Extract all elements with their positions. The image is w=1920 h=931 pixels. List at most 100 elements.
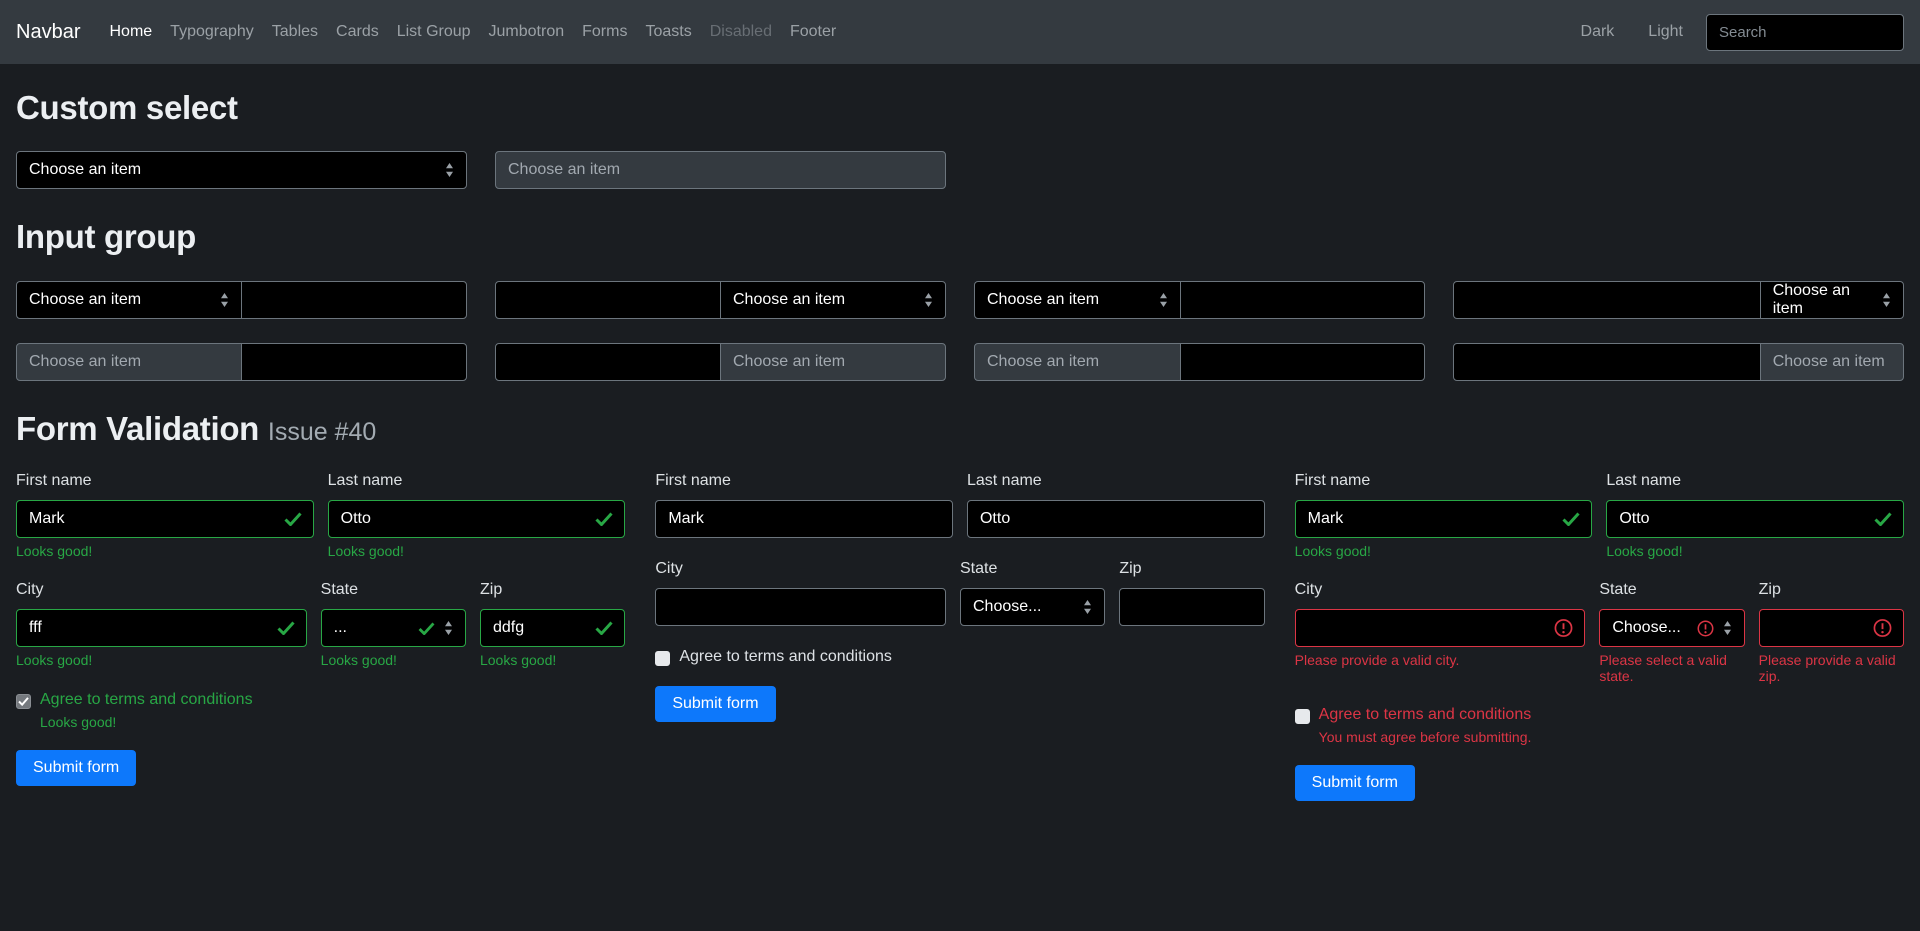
zip-input[interactable] xyxy=(1119,588,1264,626)
select-value: ... xyxy=(334,619,347,637)
nav-link-list-group[interactable]: List Group xyxy=(388,15,480,49)
custom-select-title: Custom select xyxy=(16,90,1904,126)
group-text-input[interactable] xyxy=(495,281,721,319)
first-name-label: First name xyxy=(655,472,953,490)
navbar: Navbar Home Typography Tables Cards List… xyxy=(0,0,1920,64)
validation-form-valid: First name Looks good! Last name Looks g… xyxy=(16,472,625,802)
group-text-input[interactable] xyxy=(1180,281,1425,319)
state-select[interactable]: ... xyxy=(321,609,466,647)
city-input[interactable] xyxy=(16,609,307,647)
zip-label: Zip xyxy=(1119,560,1264,578)
zip-label: Zip xyxy=(1759,581,1904,599)
valid-feedback: Looks good! xyxy=(321,653,466,668)
theme-dark-link[interactable]: Dark xyxy=(1564,15,1632,49)
agree-label[interactable]: Agree to terms and conditions xyxy=(1319,706,1532,724)
valid-feedback: Looks good! xyxy=(1295,544,1593,559)
nav-link-home[interactable]: Home xyxy=(100,15,161,49)
city-label: City xyxy=(1295,581,1586,599)
select-value: Choose an item xyxy=(733,353,845,371)
first-name-input[interactable] xyxy=(1295,500,1593,538)
agree-checkbox[interactable] xyxy=(1295,709,1310,724)
input-group-input-select-small: Choose an item xyxy=(1453,281,1904,319)
valid-check-icon xyxy=(418,622,435,635)
last-name-input[interactable] xyxy=(967,500,1265,538)
group-select[interactable]: Choose an item xyxy=(1760,281,1904,319)
input-group-select-input-small: Choose an item xyxy=(974,281,1425,319)
invalid-feedback: Please select a valid state. xyxy=(1599,653,1744,684)
submit-form-button[interactable]: Submit form xyxy=(655,686,775,722)
select-arrows-icon xyxy=(1882,293,1891,307)
zip-input[interactable] xyxy=(480,609,625,647)
valid-feedback: Looks good! xyxy=(16,544,314,559)
city-input[interactable] xyxy=(655,588,946,626)
group-select-disabled: Choose an item xyxy=(16,343,242,381)
agree-label[interactable]: Agree to terms and conditions xyxy=(40,691,253,709)
city-input[interactable] xyxy=(1295,609,1586,647)
nav-link-jumbotron[interactable]: Jumbotron xyxy=(480,15,574,49)
input-group-row-enabled: Choose an item Choose an item Choose an … xyxy=(16,281,1904,319)
submit-form-button[interactable]: Submit form xyxy=(16,750,136,786)
agree-checkbox[interactable] xyxy=(655,651,670,666)
select-value: Choose an item xyxy=(1773,282,1882,318)
navbar-nav: Home Typography Tables Cards List Group … xyxy=(100,15,845,49)
group-text-input-disabled xyxy=(495,343,721,381)
navbar-right: Dark Light xyxy=(1564,14,1904,51)
submit-form-button[interactable]: Submit form xyxy=(1295,765,1415,801)
theme-light-link[interactable]: Light xyxy=(1631,15,1700,49)
last-name-label: Last name xyxy=(328,472,626,490)
nav-link-tables[interactable]: Tables xyxy=(263,15,327,49)
invalid-feedback: You must agree before submitting. xyxy=(1319,730,1904,745)
select-value: Choose an item xyxy=(29,161,141,179)
select-value: Choose... xyxy=(1612,619,1680,637)
select-value: Choose an item xyxy=(733,291,845,309)
select-arrows-icon xyxy=(1159,293,1168,307)
select-arrows-icon xyxy=(445,163,454,177)
select-value: Choose an item xyxy=(987,353,1099,371)
valid-feedback: Looks good! xyxy=(328,544,626,559)
input-group-select-input-small-disabled: Choose an item xyxy=(974,343,1425,381)
nav-link-disabled: Disabled xyxy=(701,15,781,49)
agree-checkbox[interactable] xyxy=(16,694,31,709)
nav-link-footer[interactable]: Footer xyxy=(781,15,845,49)
nav-link-cards[interactable]: Cards xyxy=(327,15,388,49)
input-group-row-disabled: Choose an item Choose an item Choose an … xyxy=(16,343,1904,381)
invalid-exclamation-icon xyxy=(1697,620,1714,637)
group-text-input[interactable] xyxy=(241,281,467,319)
custom-select-disabled: Choose an item xyxy=(495,151,946,189)
city-label: City xyxy=(16,581,307,599)
select-arrows-icon xyxy=(1083,600,1092,614)
last-name-label: Last name xyxy=(1606,472,1904,490)
group-select[interactable]: Choose an item xyxy=(16,281,242,319)
search-input[interactable] xyxy=(1706,14,1904,51)
select-value: Choose an item xyxy=(29,291,141,309)
state-label: State xyxy=(960,560,1105,578)
group-select-disabled: Choose an item xyxy=(1760,343,1904,381)
select-value: Choose an item xyxy=(508,161,620,179)
valid-feedback: Looks good! xyxy=(1606,544,1904,559)
zip-label: Zip xyxy=(480,581,625,599)
group-select[interactable]: Choose an item xyxy=(720,281,946,319)
city-label: City xyxy=(655,560,946,578)
nav-link-typography[interactable]: Typography xyxy=(161,15,263,49)
valid-feedback: Looks good! xyxy=(480,653,625,668)
select-value: Choose an item xyxy=(987,291,1099,309)
invalid-feedback: Please provide a valid zip. xyxy=(1759,653,1904,684)
group-text-input[interactable] xyxy=(1453,281,1761,319)
agree-label[interactable]: Agree to terms and conditions xyxy=(679,648,892,666)
input-group-select-input-disabled: Choose an item xyxy=(16,343,467,381)
group-select[interactable]: Choose an item xyxy=(974,281,1181,319)
first-name-input[interactable] xyxy=(655,500,953,538)
last-name-input[interactable] xyxy=(328,500,626,538)
zip-input[interactable] xyxy=(1759,609,1904,647)
state-select[interactable]: Choose... xyxy=(1599,609,1744,647)
state-select[interactable]: Choose... xyxy=(960,588,1105,626)
select-value: Choose an item xyxy=(29,353,141,371)
select-arrows-icon xyxy=(444,621,453,635)
navbar-brand[interactable]: Navbar xyxy=(16,21,80,44)
first-name-label: First name xyxy=(1295,472,1593,490)
nav-link-toasts[interactable]: Toasts xyxy=(636,15,700,49)
custom-select-enabled[interactable]: Choose an item xyxy=(16,151,467,189)
first-name-input[interactable] xyxy=(16,500,314,538)
last-name-input[interactable] xyxy=(1606,500,1904,538)
nav-link-forms[interactable]: Forms xyxy=(573,15,636,49)
